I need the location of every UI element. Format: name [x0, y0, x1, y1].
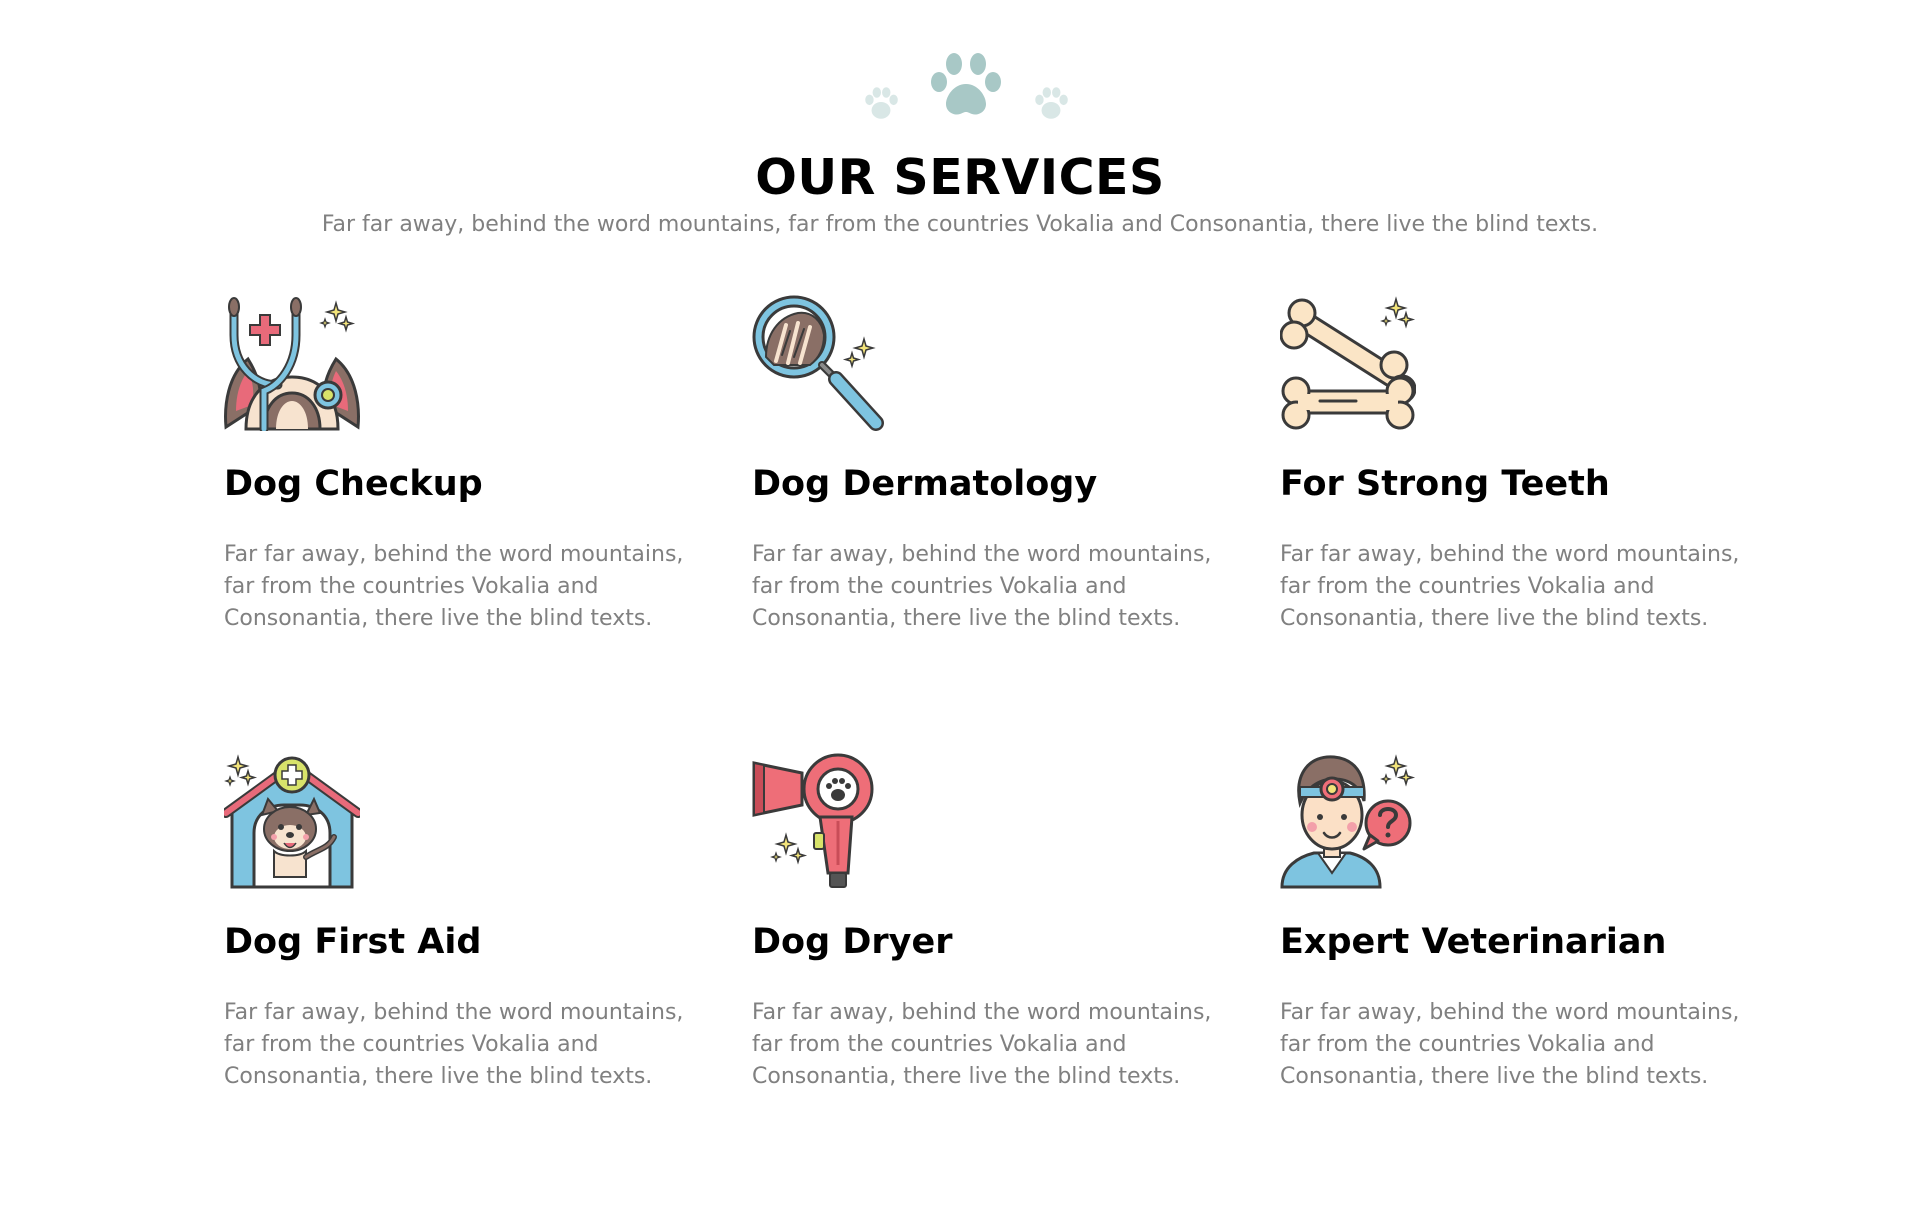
service-title: Dog Dryer — [752, 922, 953, 962]
service-card: For Strong Teeth Far far away, behind th… — [1280, 295, 1770, 715]
service-description: Far far away, behind the word mountains,… — [224, 542, 684, 631]
paw-icon — [931, 53, 1001, 115]
service-description: Far far away, behind the word mountains,… — [752, 1000, 1212, 1089]
service-title: Expert Veterinarian — [1280, 922, 1667, 962]
paw-icon — [1035, 87, 1068, 119]
service-title: Dog First Aid — [224, 922, 482, 962]
service-title: For Strong Teeth — [1280, 464, 1610, 504]
service-description: Far far away, behind the word mountains,… — [1280, 542, 1740, 631]
services-section: OUR SERVICES Far far away, behind the wo… — [0, 0, 1920, 1222]
service-card: Expert Veterinarian Far far away, behind… — [1280, 753, 1770, 1173]
section-title: OUR SERVICES — [755, 149, 1165, 206]
stethoscope-dog-icon — [224, 297, 360, 431]
section-subtitle: Far far away, behind the word mountains,… — [321, 212, 1599, 237]
magnifier-fur-icon — [752, 295, 884, 431]
bones-icon — [1280, 296, 1416, 430]
service-card: Dog Dryer Far far away, behind the word … — [752, 753, 1242, 1173]
paw-decoration — [0, 50, 1920, 130]
service-title: Dog Dermatology — [752, 464, 1098, 504]
service-card: Dog Dermatology Far far away, behind the… — [752, 295, 1242, 715]
service-description: Far far away, behind the word mountains,… — [224, 1000, 684, 1089]
hair-dryer-icon — [752, 753, 874, 888]
service-description: Far far away, behind the word mountains,… — [752, 542, 1212, 631]
service-card: Dog Checkup Far far away, behind the wor… — [224, 295, 714, 715]
veterinarian-icon — [1280, 754, 1416, 889]
service-description: Far far away, behind the word mountains,… — [1280, 1000, 1740, 1089]
service-title: Dog Checkup — [224, 464, 483, 504]
service-card: Dog First Aid Far far away, behind the w… — [224, 753, 714, 1173]
paw-icon — [865, 87, 898, 119]
dog-house-first-aid-icon — [224, 754, 360, 889]
